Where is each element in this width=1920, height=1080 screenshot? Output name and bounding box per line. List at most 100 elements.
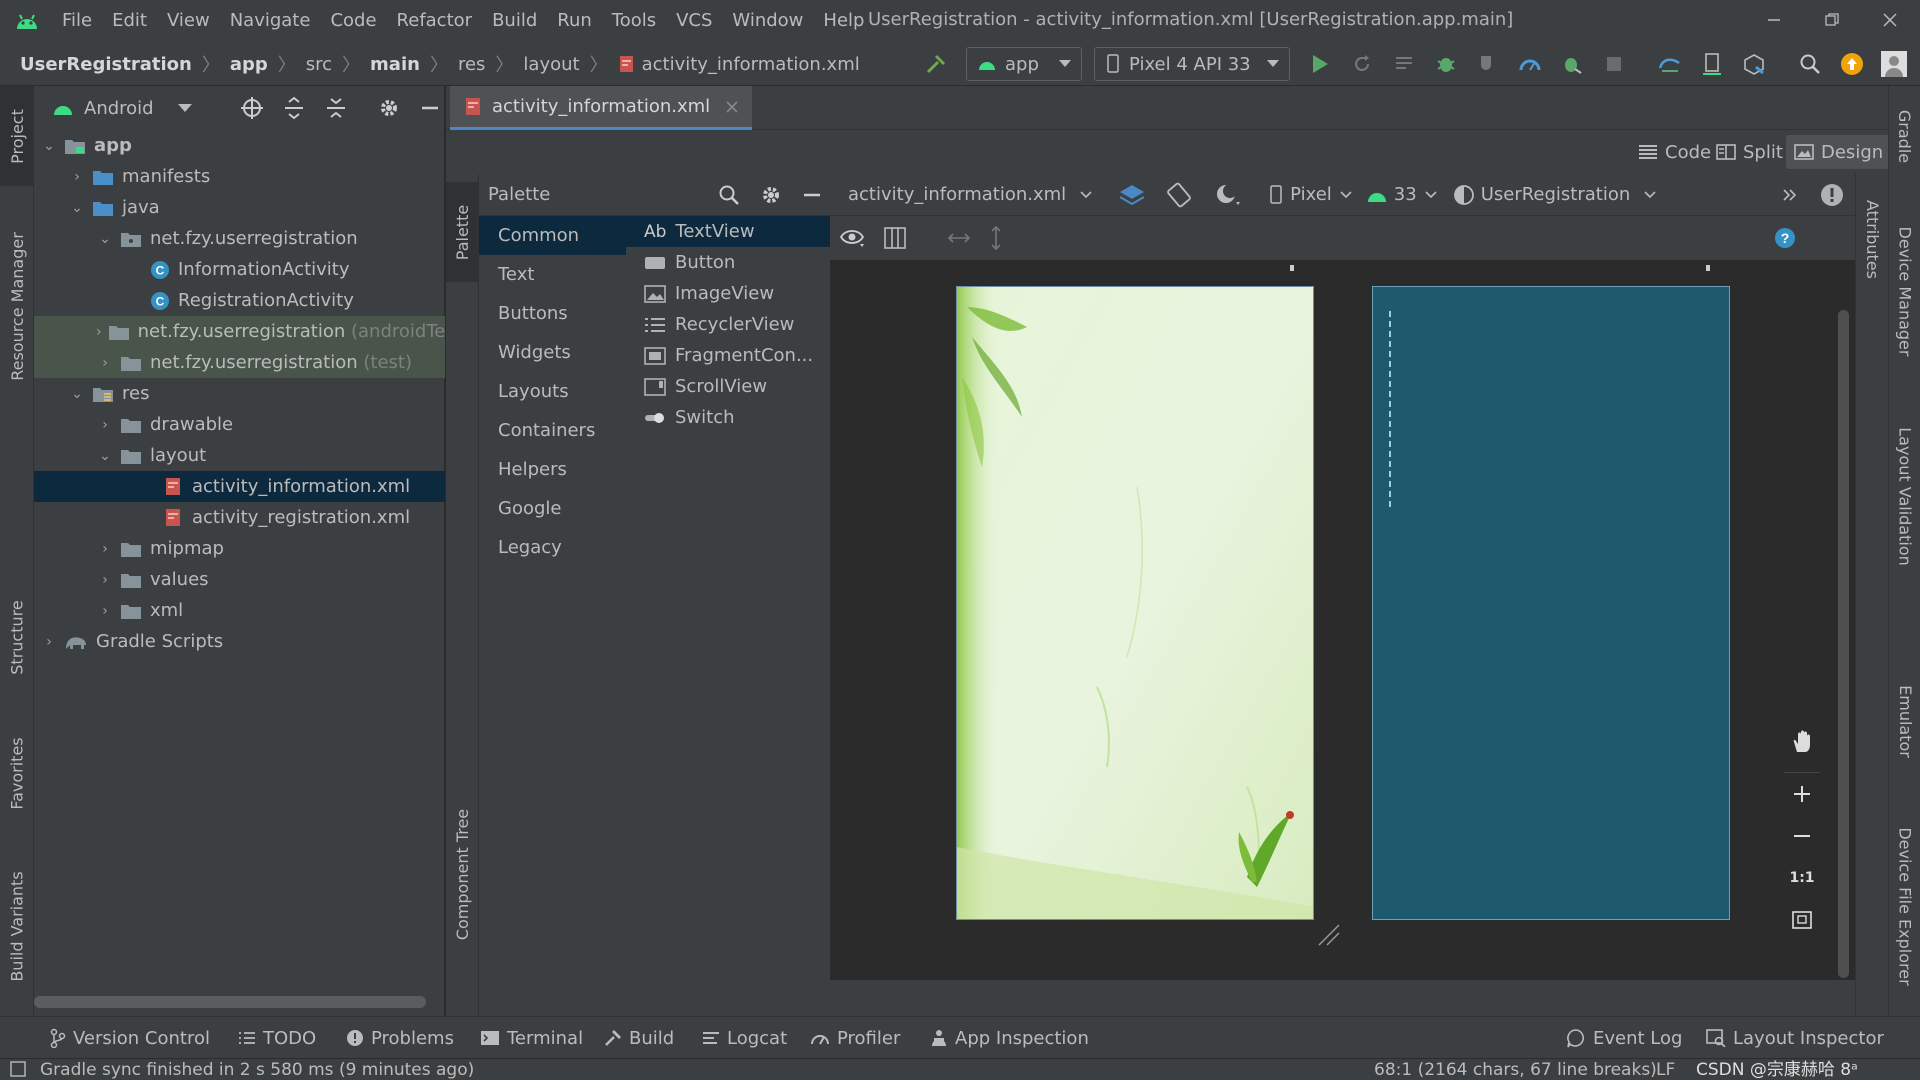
menu-view[interactable]: View <box>157 0 220 42</box>
pan-button[interactable] <box>1784 718 1820 766</box>
status-message[interactable]: Gradle sync finished in 2 s 580 ms (9 mi… <box>40 1059 474 1080</box>
close-tab-icon[interactable] <box>726 100 738 113</box>
palette-category-widgets[interactable]: Widgets <box>479 333 626 372</box>
tree-node-app[interactable]: ⌄ app <box>34 130 445 161</box>
tool-tab-device-manager[interactable]: Device Manager <box>1889 206 1920 376</box>
design-mode-button[interactable]: Design <box>1786 135 1892 169</box>
run-configuration-select[interactable]: app <box>966 47 1082 81</box>
palette-category-buttons[interactable]: Buttons <box>479 294 626 333</box>
resize-handle-icon[interactable] <box>1316 922 1342 948</box>
tool-tab-build-variants[interactable]: Build Variants <box>0 846 34 1006</box>
tool-event-log[interactable]: Event Log <box>1566 1017 1682 1059</box>
palette-item-switch[interactable]: Switch <box>626 402 830 433</box>
close-window-button[interactable] <box>1862 0 1918 40</box>
palette-category-layouts[interactable]: Layouts <box>479 372 626 411</box>
breadcrumb-src[interactable]: src <box>306 54 332 75</box>
tree-node-package-test[interactable]: › net.fzy.userregistration (test) <box>34 347 445 378</box>
palette-item-textview[interactable]: Ab TextView <box>626 216 830 247</box>
tree-node-manifests[interactable]: › manifests <box>34 161 445 192</box>
line-separator[interactable]: LF <box>1656 1059 1675 1080</box>
tool-terminal[interactable]: Terminal <box>480 1017 583 1059</box>
tool-tab-project[interactable]: Project <box>0 86 34 186</box>
expand-horizontal-icon[interactable] <box>948 230 970 246</box>
menu-file[interactable]: File <box>52 0 102 42</box>
help-icon[interactable]: ? <box>1774 227 1796 249</box>
sdk-manager-icon[interactable] <box>1738 48 1770 80</box>
tool-build[interactable]: Build <box>604 1017 674 1059</box>
palette-item-scrollview[interactable]: ScrollView <box>626 371 830 402</box>
restore-button[interactable] <box>1804 0 1860 40</box>
zoom-to-fit-icon[interactable] <box>1784 899 1820 941</box>
menu-edit[interactable]: Edit <box>102 0 157 42</box>
device-preview-select[interactable]: Pixel <box>1290 184 1332 205</box>
hide-panel-icon[interactable] <box>420 98 440 118</box>
tree-node-package-androidtest[interactable]: › net.fzy.userregistration (androidTes <box>34 316 455 347</box>
tool-tab-favorites[interactable]: Favorites <box>0 718 34 828</box>
palette-category-google[interactable]: Google <box>479 489 626 528</box>
tree-node-values[interactable]: › values <box>34 564 445 595</box>
editor-tab-activity-information[interactable]: activity_information.xml <box>450 86 753 130</box>
search-icon[interactable] <box>718 184 740 206</box>
menu-help[interactable]: Help <box>813 0 874 42</box>
zoom-actual-size-button[interactable]: 1:1 <box>1784 857 1820 899</box>
tree-node-package[interactable]: ⌄ net.fzy.userregistration <box>34 223 445 254</box>
tool-tab-gradle[interactable]: Gradle <box>1889 86 1920 186</box>
zoom-out-icon[interactable] <box>1784 815 1820 857</box>
tool-tab-component-tree[interactable]: Component Tree <box>446 784 479 964</box>
canvas-scrollbar[interactable] <box>1838 310 1849 978</box>
menu-window[interactable]: Window <box>722 0 813 42</box>
menu-navigate[interactable]: Navigate <box>220 0 321 42</box>
hide-panel-icon[interactable] <box>802 185 822 205</box>
tool-tab-attributes[interactable]: Attributes <box>1856 174 1889 304</box>
menu-code[interactable]: Code <box>320 0 386 42</box>
project-view-selector[interactable]: Android <box>84 98 154 119</box>
tool-tab-layout-validation[interactable]: Layout Validation <box>1889 406 1920 586</box>
search-icon[interactable] <box>1794 48 1826 80</box>
tree-node-activity-registration[interactable]: activity_registration.xml <box>34 502 445 533</box>
orientation-icon[interactable] <box>1166 182 1194 208</box>
minimize-button[interactable] <box>1746 0 1802 40</box>
palette-item-fragmentcontainer[interactable]: FragmentCon... <box>626 340 830 371</box>
profile-icon[interactable] <box>1514 48 1546 80</box>
attach-debugger-icon[interactable] <box>1556 48 1588 80</box>
gear-icon[interactable] <box>760 184 782 206</box>
make-project-hammer-icon[interactable] <box>920 48 952 80</box>
tree-node-java[interactable]: ⌄ java <box>34 192 445 223</box>
warning-icon[interactable] <box>1820 183 1844 207</box>
api-level-select[interactable]: 33 <box>1394 184 1417 205</box>
layout-file-select[interactable]: activity_information.xml <box>848 184 1066 205</box>
design-preview[interactable] <box>956 286 1314 920</box>
coverage-icon[interactable] <box>1472 48 1504 80</box>
palette-item-button[interactable]: Button <box>626 247 830 278</box>
design-canvas[interactable]: 1:1 <box>830 260 1888 980</box>
device-select[interactable]: Pixel 4 API 33 <box>1094 47 1290 81</box>
caret-position[interactable]: 68:1 (2164 chars, 67 line breaks) <box>1374 1059 1657 1080</box>
tool-layout-inspector[interactable]: Layout Inspector <box>1706 1017 1884 1059</box>
menu-tools[interactable]: Tools <box>602 0 666 42</box>
breadcrumb-project[interactable]: UserRegistration <box>20 54 192 75</box>
palette-item-imageview[interactable]: ImageView <box>626 278 830 309</box>
account-avatar-icon[interactable] <box>1878 48 1910 80</box>
tool-tab-device-file-explorer[interactable]: Device File Explorer <box>1889 806 1920 1006</box>
palette-category-text[interactable]: Text <box>479 255 626 294</box>
tree-node-activity-information[interactable]: activity_information.xml <box>34 471 445 502</box>
tree-node-xml[interactable]: › xml <box>34 595 445 626</box>
debug-icon[interactable] <box>1430 48 1462 80</box>
tool-tab-structure[interactable]: Structure <box>0 582 34 692</box>
status-toggle-icon[interactable] <box>10 1061 26 1077</box>
tool-problems[interactable]: Problems <box>346 1017 454 1059</box>
sync-gradle-icon[interactable] <box>1654 48 1686 80</box>
tool-logcat[interactable]: Logcat <box>702 1017 787 1059</box>
more-options-icon[interactable] <box>1782 187 1798 203</box>
column-guides-icon[interactable] <box>884 227 906 249</box>
tool-app-inspection[interactable]: App Inspection <box>930 1017 1089 1059</box>
blueprint-preview[interactable] <box>1372 286 1730 920</box>
tool-version-control[interactable]: Version Control <box>50 1017 210 1059</box>
palette-category-common[interactable]: Common <box>479 216 626 255</box>
breadcrumb-main[interactable]: main <box>370 54 420 75</box>
expand-all-icon[interactable] <box>282 96 306 120</box>
breadcrumb-file[interactable]: activity_information.xml <box>642 54 860 75</box>
collapse-all-icon[interactable] <box>324 96 348 120</box>
palette-category-containers[interactable]: Containers <box>479 411 626 450</box>
gear-icon[interactable] <box>378 97 400 119</box>
